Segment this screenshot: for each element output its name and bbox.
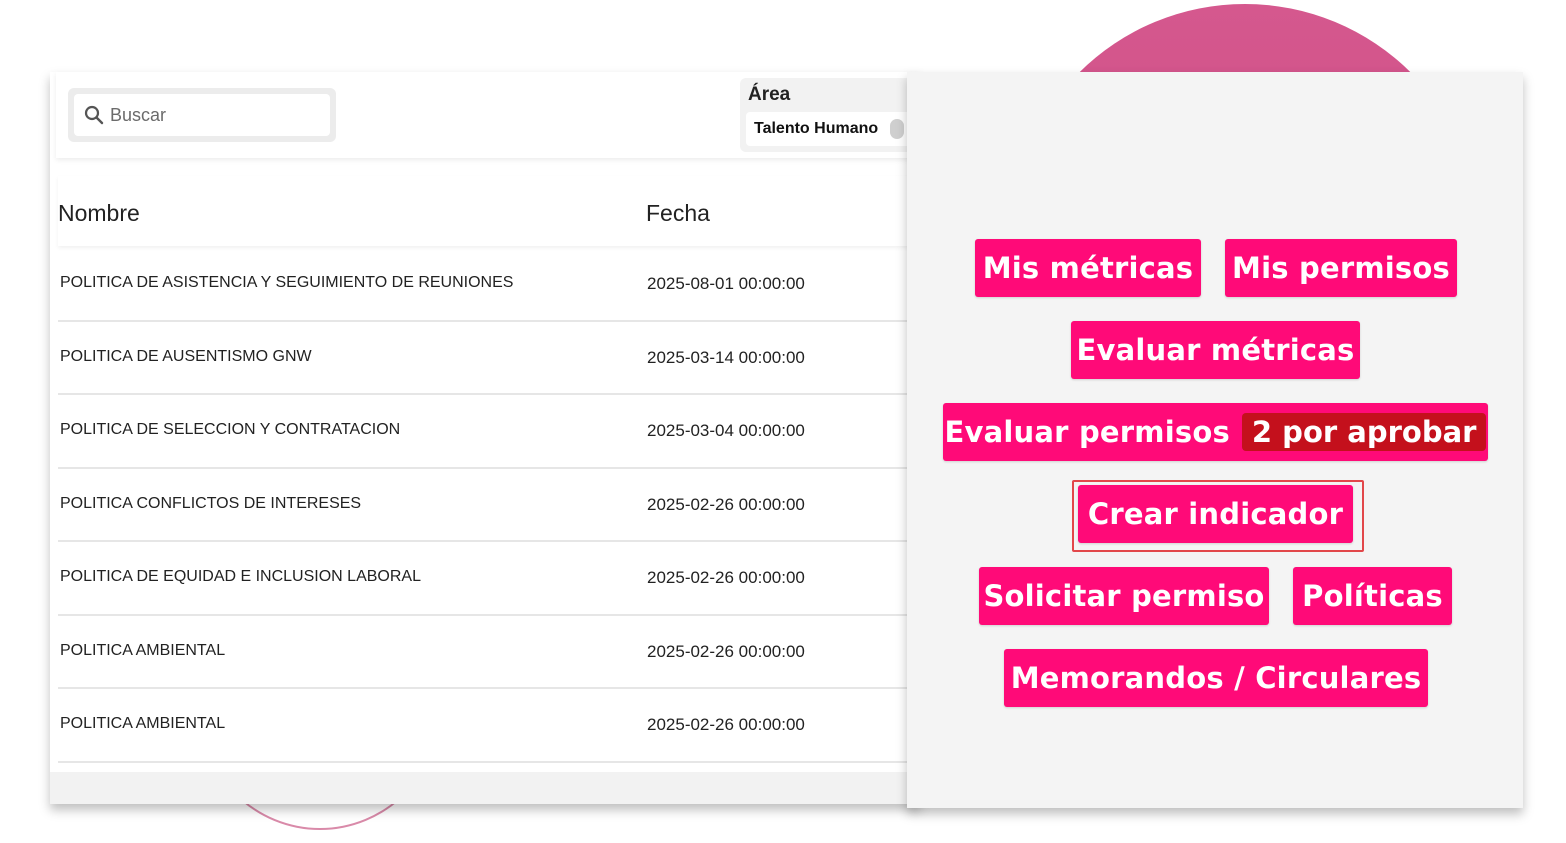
policies-panel: Área Talento Humano Nombre Fecha POLITIC… (50, 72, 920, 804)
politicas-button[interactable]: Políticas (1293, 567, 1452, 625)
horizontal-scrollbar[interactable] (50, 772, 920, 804)
pending-approvals-badge: 2 por aprobar (1241, 413, 1487, 451)
row-name: POLITICA DE EQUIDAD E INCLUSION LABORAL (60, 568, 421, 585)
filter-bar: Área Talento Humano (56, 72, 920, 158)
memorandos-circulares-label: Memorandos / Circulares (1010, 661, 1422, 695)
evaluar-permisos-button[interactable]: Evaluar permisos 2 por aprobar (943, 403, 1488, 461)
area-select-value: Talento Humano (754, 120, 879, 137)
mis-metricas-button[interactable]: Mis métricas (975, 239, 1201, 297)
memorandos-circulares-button[interactable]: Memorandos / Circulares (1004, 649, 1428, 707)
row-date: 2025-03-14 00:00:00 (647, 347, 805, 367)
row-name: POLITICA AMBIENTAL (60, 641, 226, 659)
mis-permisos-label: Mis permisos (1232, 251, 1450, 285)
table-row[interactable]: POLITICA DE ASISTENCIA Y SEGUIMIENTO DE … (58, 248, 920, 322)
row-date: 2025-02-26 00:00:00 (647, 568, 805, 587)
row-name: POLITICA DE ASISTENCIA Y SEGUIMIENTO DE … (60, 274, 514, 291)
actions-panel: Mis métricas Mis permisos Evaluar métric… (907, 72, 1523, 808)
table-row[interactable]: POLITICA AMBIENTAL 2025-02-26 00:00:00 (58, 689, 920, 763)
area-select[interactable]: Talento Humano (746, 112, 920, 146)
table-row[interactable]: POLITICA DE EQUIDAD E INCLUSION LABORAL … (58, 542, 920, 616)
row-name: POLITICA AMBIENTAL (60, 715, 226, 732)
search-container (68, 88, 336, 142)
row-name: POLITICA DE AUSENTISMO GNW (60, 347, 312, 365)
area-clear-icon[interactable] (890, 119, 905, 139)
search-icon (84, 105, 104, 125)
crear-indicador-label: Crear indicador (1087, 497, 1344, 531)
row-date: 2025-02-26 00:00:00 (647, 715, 805, 734)
table-row[interactable]: POLITICA AMBIENTAL 2025-02-26 00:00:00 (58, 616, 920, 689)
column-header-fecha[interactable]: Fecha (646, 200, 710, 227)
search-input[interactable] (110, 104, 310, 126)
table-row[interactable]: POLITICA DE AUSENTISMO GNW 2025-03-14 00… (58, 322, 920, 395)
evaluar-permisos-label: Evaluar permisos (944, 415, 1230, 449)
row-date: 2025-02-26 00:00:00 (647, 641, 805, 661)
screen: Área Talento Humano Nombre Fecha POLITIC… (0, 0, 1566, 843)
row-date: 2025-03-04 00:00:00 (647, 421, 805, 440)
crear-indicador-button[interactable]: Crear indicador (1078, 485, 1353, 543)
solicitar-permiso-button[interactable]: Solicitar permiso (979, 567, 1269, 625)
evaluar-metricas-label: Evaluar métricas (1076, 333, 1355, 367)
table-row[interactable]: POLITICA CONFLICTOS DE INTERESES 2025-02… (58, 469, 920, 542)
search-field[interactable] (74, 94, 330, 136)
politicas-label: Políticas (1302, 579, 1443, 613)
table-body: POLITICA DE ASISTENCIA Y SEGUIMIENTO DE … (58, 248, 920, 763)
row-name: POLITICA DE SELECCION Y CONTRATACION (60, 421, 401, 438)
table-header: Nombre Fecha (58, 176, 920, 246)
solicitar-permiso-label: Solicitar permiso (983, 579, 1265, 613)
table-row[interactable]: POLITICA DE SELECCION Y CONTRATACION 202… (58, 395, 920, 469)
row-date: 2025-02-26 00:00:00 (647, 494, 805, 514)
evaluar-metricas-button[interactable]: Evaluar métricas (1071, 321, 1360, 379)
area-filter: Área Talento Humano (740, 78, 920, 152)
area-filter-label: Área (748, 84, 791, 105)
mis-metricas-label: Mis métricas (982, 251, 1194, 285)
mis-permisos-button[interactable]: Mis permisos (1225, 239, 1457, 297)
column-header-nombre[interactable]: Nombre (58, 200, 140, 227)
row-date: 2025-08-01 00:00:00 (647, 274, 805, 293)
row-name: POLITICA CONFLICTOS DE INTERESES (60, 494, 362, 512)
